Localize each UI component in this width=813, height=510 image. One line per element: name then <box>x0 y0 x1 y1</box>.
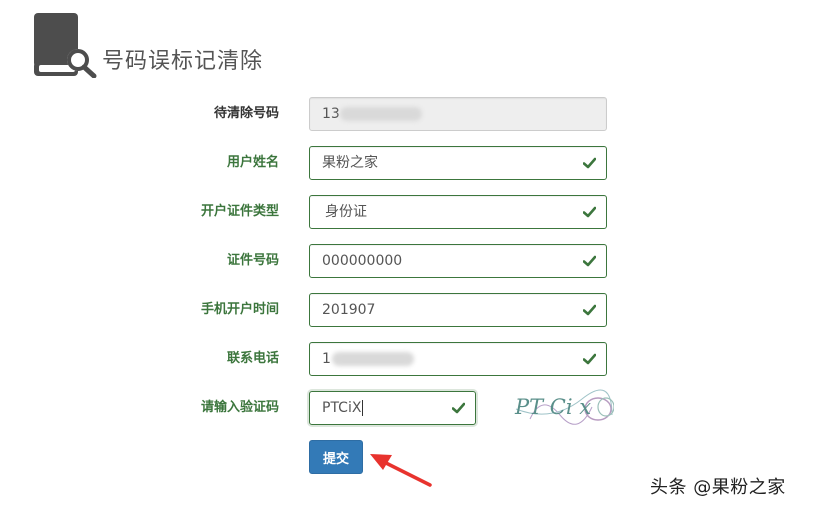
captcha-input[interactable]: PTCiX <box>309 391 476 425</box>
page-header: 号码误标记清除 <box>32 12 332 78</box>
id-number-input[interactable]: 000000000 <box>309 244 607 278</box>
open-date-input[interactable]: 201907 <box>309 293 607 327</box>
check-icon <box>583 304 596 316</box>
check-icon <box>583 206 596 218</box>
field-value: 果粉之家 <box>322 155 378 171</box>
field-label: 请输入验证码 <box>200 400 279 415</box>
page-title: 号码误标记清除 <box>102 49 264 74</box>
check-icon <box>583 353 596 365</box>
check-icon <box>452 402 465 414</box>
captcha-image[interactable]: PT Ci x <box>512 389 614 425</box>
form-row-number-to-clear: 待清除号码 13 <box>0 97 813 131</box>
user-name-input[interactable]: 果粉之家 <box>309 146 607 180</box>
form-row-id-type: 开户证件类型 身份证 <box>0 195 813 229</box>
book-search-icon <box>34 13 97 78</box>
form-row-captcha: 请输入验证码 PTCiX <box>0 391 813 425</box>
captcha-text: PT Ci x <box>514 395 591 419</box>
check-icon <box>583 157 596 169</box>
red-arrow-annotation <box>370 454 432 487</box>
number-to-clear-input[interactable]: 13 <box>309 97 607 131</box>
redaction-blur <box>332 352 414 366</box>
form-row-open-date: 手机开户时间 201907 <box>0 293 813 327</box>
field-label: 用户姓名 <box>226 155 279 170</box>
field-label: 开户证件类型 <box>200 204 279 219</box>
form-row-contact-phone: 联系电话 1 <box>0 342 813 376</box>
check-icon <box>583 255 596 267</box>
field-value: 身份证 <box>325 204 367 220</box>
redaction-blur <box>340 107 422 121</box>
id-type-select[interactable]: 身份证 <box>309 195 607 229</box>
form-row-id-number: 证件号码 000000000 <box>0 244 813 278</box>
watermark: 头条 @果粉之家 <box>650 477 786 498</box>
field-label: 手机开户时间 <box>200 302 279 317</box>
field-label: 证件号码 <box>226 253 279 268</box>
field-label: 联系电话 <box>226 351 279 366</box>
field-value: 201907 <box>322 302 376 318</box>
text-cursor <box>362 400 364 416</box>
field-label: 待清除号码 <box>213 106 279 121</box>
field-value: PTCiX <box>322 400 364 416</box>
form-row-user-name: 用户姓名 果粉之家 <box>0 146 813 180</box>
field-value: 13 <box>322 106 340 122</box>
contact-phone-input[interactable]: 1 <box>309 342 607 376</box>
field-value: 000000000 <box>322 253 403 269</box>
submit-button[interactable]: 提交 <box>309 440 363 474</box>
field-value: 1 <box>322 351 331 367</box>
